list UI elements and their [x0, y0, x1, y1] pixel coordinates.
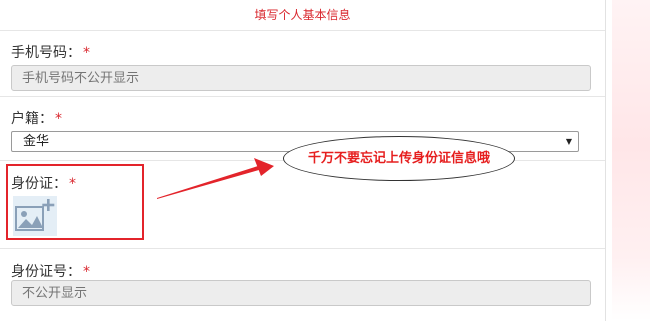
hukou-label-text: 户籍： — [11, 111, 53, 127]
id-number-input[interactable] — [11, 280, 591, 306]
id-number-label-text: 身份证号： — [11, 264, 81, 280]
form-title: 填写个人基本信息 — [254, 8, 351, 22]
phone-required-mark: * — [83, 45, 90, 61]
id-number-required-mark: * — [83, 264, 90, 280]
page: 填写个人基本信息 手机号码：* 户籍：* 金华 ▼ 身份证：* 身份证号：* — [0, 0, 650, 321]
id-card-highlight-box — [6, 164, 144, 240]
phone-label: 手机号码： * — [11, 42, 90, 62]
phone-input[interactable] — [11, 65, 591, 91]
reminder-callout: 千万不要忘记上传身份证信息哦 — [283, 136, 515, 181]
id-number-section: 身份证号： * — [0, 248, 605, 321]
id-number-label: 身份证号： * — [11, 261, 90, 281]
hukou-required-mark: * — [55, 111, 62, 127]
hukou-selected-value: 金华 — [23, 134, 50, 149]
phone-label-text: 手机号码： — [11, 45, 81, 61]
hukou-label: 户籍： * — [11, 108, 62, 128]
chevron-down-icon: ▼ — [565, 137, 572, 146]
phone-section: 手机号码： * — [0, 30, 605, 96]
right-background-panel — [612, 0, 650, 321]
